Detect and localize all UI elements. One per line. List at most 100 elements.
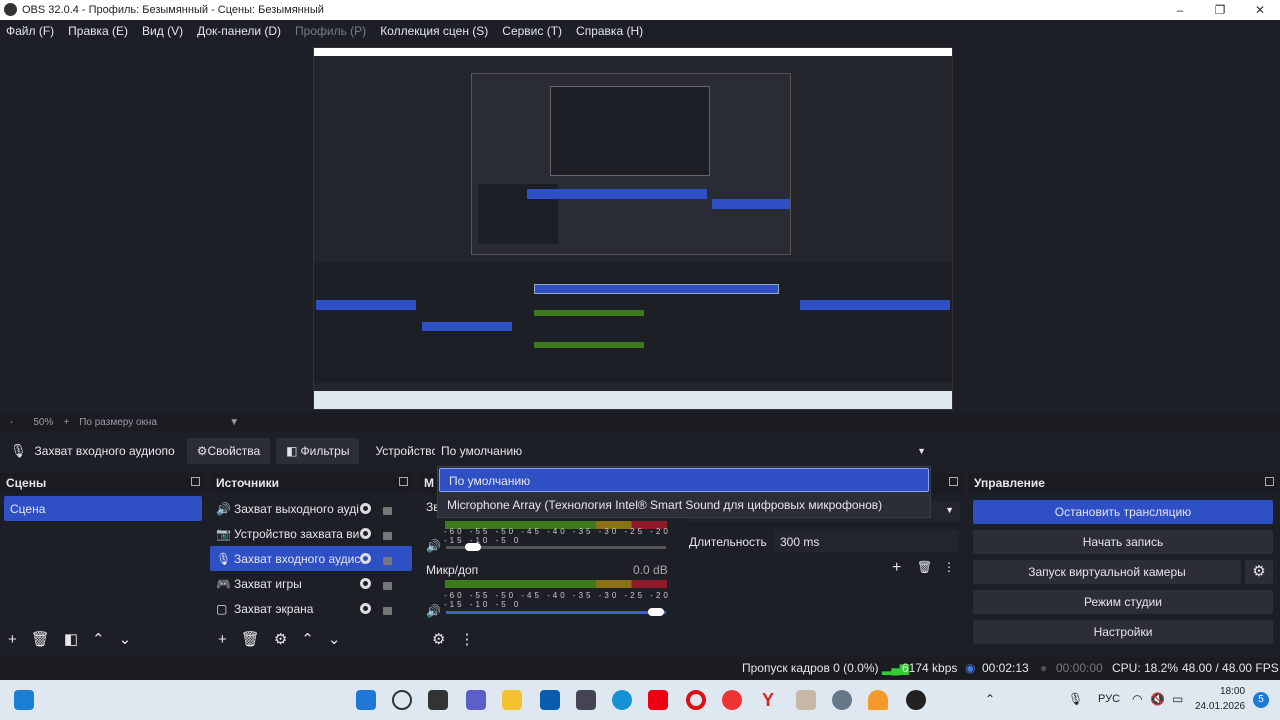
float-icon[interactable] [1265,477,1274,486]
source-item[interactable]: 🎙 Захват входного аудис [210,546,412,571]
more-icon[interactable]: ⋮ [943,560,955,574]
store-icon[interactable] [540,690,560,710]
cloud-icon[interactable] [868,690,888,710]
add-icon[interactable]: + [892,559,901,577]
battery-icon[interactable]: ▭ [1172,692,1183,706]
eye-icon[interactable] [360,528,371,539]
start-recording-button[interactable]: Начать запись [973,530,1273,554]
menu-bar: Файл (F) Правка (E) Вид (V) Док-панели (… [0,20,1280,42]
menu-scene-collection[interactable]: Коллекция сцен (S) [380,24,488,38]
file-explorer-icon[interactable] [502,690,522,710]
volume-slider-knob[interactable] [465,543,481,551]
chevron-down-icon[interactable]: ⌄ [119,630,132,648]
speaker-icon[interactable]: 🔊 [426,604,441,618]
trash-icon[interactable]: 🗑 [241,630,260,648]
lock-icon[interactable] [383,582,392,590]
gear-icon[interactable]: ⚙ [274,630,287,648]
eye-icon[interactable] [360,553,371,564]
chevron-up-icon[interactable]: ⌃ [92,630,105,648]
studio-mode-button[interactable]: Режим студии [973,590,1273,614]
minimize-button[interactable]: – [1160,0,1200,20]
settings-icon[interactable] [832,690,852,710]
duration-input[interactable]: 300 ms [774,530,959,552]
zoom-mode-select[interactable]: По размеру окна ▼ [79,417,239,428]
menu-profile[interactable]: Профиль (P) [295,24,366,38]
trash-icon[interactable]: 🗑 [917,560,932,574]
more-icon[interactable]: ⋮ [459,630,474,648]
close-button[interactable]: ✕ [1240,0,1280,20]
dropdown-option[interactable]: По умолчанию [439,468,929,492]
float-icon[interactable] [949,477,958,486]
duration-label: Длительность [689,535,767,549]
advanced-audio-icon[interactable]: ⚙ [432,630,445,648]
properties-button[interactable]: ⚙ Свойства [186,438,271,464]
source-item[interactable]: 📷 Устройство захвата ви [210,521,412,546]
app-avatar-icon[interactable] [796,690,816,710]
dropdown-option[interactable]: Microphone Array (Технология Intel® Smar… [438,493,930,517]
yandex-icon[interactable] [722,690,742,710]
eye-icon[interactable] [360,503,371,514]
lock-icon[interactable] [383,507,392,515]
channel-db: 0.0 dB [633,563,668,577]
program-preview[interactable] [313,47,953,410]
menu-docks[interactable]: Док-панели (D) [197,24,281,38]
app-icon[interactable] [576,690,596,710]
speaker-icon[interactable]: 🔊 [426,539,441,553]
widgets-icon[interactable] [14,690,34,710]
chat-icon[interactable] [466,690,486,710]
trash-icon[interactable]: 🗑 [31,630,50,648]
start-icon[interactable] [356,690,376,710]
cpu-usage: CPU: 18.2% [1112,661,1179,675]
menu-help[interactable]: Справка (H) [576,24,643,38]
menu-edit[interactable]: Правка (E) [68,24,128,38]
menu-tools[interactable]: Сервис (T) [502,24,562,38]
chevron-down-icon: ▼ [917,446,926,456]
lock-icon[interactable] [383,532,392,540]
opera-icon[interactable] [686,690,706,710]
volume-slider-knob[interactable] [648,608,664,616]
yandex-browser-icon[interactable]: Y [758,690,778,710]
zoom-out-button[interactable]: - [10,417,13,428]
notification-badge[interactable]: 5 [1253,692,1269,708]
wifi-icon[interactable]: ◠ [1132,692,1142,706]
tray-chevron-up-icon[interactable]: ⌃ [985,692,995,706]
maximize-button[interactable]: ❐ [1200,0,1240,20]
lock-icon[interactable] [383,557,392,565]
float-icon[interactable] [399,477,408,486]
clock-date[interactable]: 24.01.2026 [1195,701,1245,712]
menu-view[interactable]: Вид (V) [142,24,183,38]
eye-icon[interactable] [360,603,371,614]
scene-item[interactable]: Сцена [4,496,202,521]
filter-icon[interactable]: ◧ [64,630,78,648]
eye-icon[interactable] [360,578,371,589]
task-view-icon[interactable] [428,690,448,710]
youtube-icon[interactable] [648,690,668,710]
source-item[interactable]: 🔊 Захват выходного ауді [210,496,412,521]
virtual-camera-settings-gear-icon[interactable]: ⚙ [1245,560,1273,584]
volume-muted-icon[interactable]: 🔇 [1150,692,1165,706]
float-icon[interactable] [191,477,200,486]
add-icon[interactable]: + [218,631,227,648]
fps: 48.00 / 48.00 FPS [1182,661,1279,675]
source-item[interactable]: 🎮 Захват игры [210,571,412,596]
search-icon[interactable] [392,690,412,710]
chevron-up-icon[interactable]: ⌃ [301,630,314,648]
lock-icon[interactable] [383,607,392,615]
zoom-in-button[interactable]: + [63,417,69,428]
menu-file[interactable]: Файл (F) [6,24,54,38]
obs-icon[interactable] [906,690,926,710]
language-indicator[interactable]: РУС [1098,693,1120,705]
device-select[interactable]: По умолчанию ▼ [435,440,932,462]
clock-time[interactable]: 18:00 [1220,686,1245,697]
tray-mic-icon[interactable]: 🎙 [1068,692,1083,706]
settings-button[interactable]: Настройки [973,620,1273,644]
chevron-down-icon[interactable]: ⌄ [328,630,341,648]
edge-icon[interactable] [612,690,632,710]
controls-header: Управление [968,473,1280,493]
add-icon[interactable]: + [8,631,17,648]
start-virtual-camera-button[interactable]: Запуск виртуальной камеры [973,560,1241,584]
source-item[interactable]: ▢ Захват экрана [210,596,412,621]
volume-slider[interactable] [446,611,666,614]
filters-button[interactable]: ◧ Фильтры [276,438,360,464]
stop-streaming-button[interactable]: Остановить трансляцию [973,500,1273,524]
